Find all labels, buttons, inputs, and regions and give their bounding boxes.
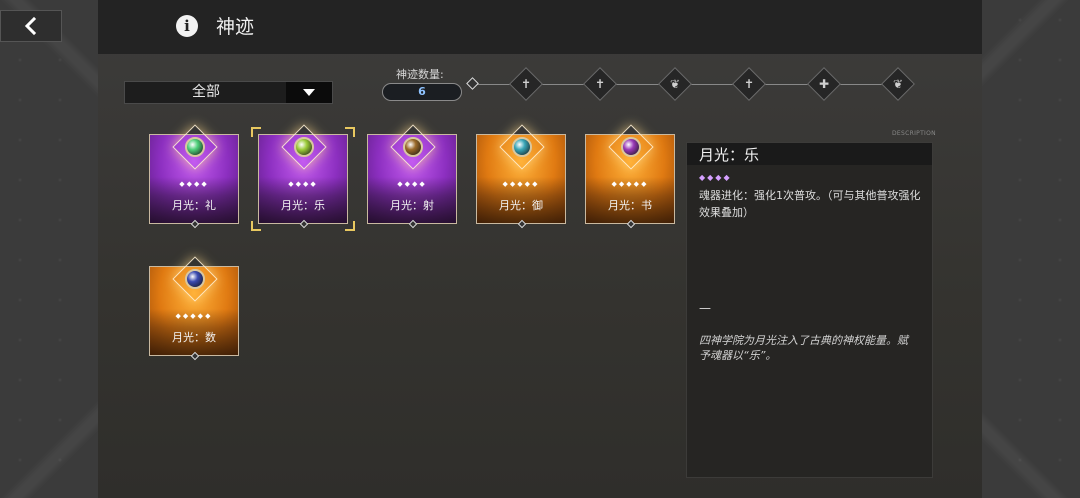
card-name: 月光：乐 — [281, 199, 325, 212]
card-rarity-stars: ◆◆◆◆◆ — [502, 180, 540, 188]
relic-card[interactable]: ◆◆◆◆ 月光：射 — [367, 124, 457, 229]
filter-dropdown[interactable]: 全部 — [124, 81, 333, 104]
milestone-6[interactable]: ❦ — [881, 67, 915, 101]
relic-card[interactable]: ◆◆◆◆◆ 月光：御 — [476, 124, 566, 229]
milestone-5[interactable]: ✚ — [807, 67, 841, 101]
card-rarity-stars: ◆◆◆◆ — [397, 180, 427, 188]
page-title: 神迹 — [216, 16, 255, 38]
header-bar: i 神迹 — [98, 0, 982, 54]
gem-icon — [185, 137, 205, 157]
card-rarity-stars: ◆◆◆◆ — [288, 180, 318, 188]
caret-down-icon — [303, 88, 315, 96]
gem-icon — [512, 137, 532, 157]
milestone-1[interactable]: ✝ — [509, 67, 543, 101]
relic-panel: i 神迹 全部 神迹数量: 6 ✝ ✝ ❦ ✝ ✚ ❦ DESCRIPTION ◆◆◆◆ 月… — [98, 0, 982, 498]
card-rarity-stars: ◆◆◆◆◆ — [611, 180, 649, 188]
relic-card[interactable]: ◆◆◆◆◆ 月光：书 — [585, 124, 675, 229]
card-name: 月光：礼 — [172, 199, 216, 212]
gem-icon — [403, 137, 423, 157]
gem-icon — [294, 137, 314, 157]
milestone-4[interactable]: ✝ — [732, 67, 766, 101]
back-button[interactable] — [0, 10, 62, 42]
detail-panel: 月光：乐 ◆◆◆◆ 魂器进化：强化1次普攻。（可与其他普攻强化效果叠加） — 四… — [686, 142, 933, 478]
detail-title: 月光：乐 — [699, 146, 760, 164]
sword-icon: ✝ — [520, 77, 532, 91]
shield-icon: ✚ — [818, 77, 830, 91]
leaf-icon: ❦ — [669, 77, 681, 91]
filter-toggle-button[interactable] — [286, 82, 332, 103]
description-tag: DESCRIPTION — [892, 130, 936, 137]
milestone-2[interactable]: ✝ — [583, 67, 617, 101]
leaf-icon: ❦ — [892, 77, 904, 91]
relic-count-label: 神迹数量: — [396, 68, 444, 81]
card-name: 月光：数 — [172, 331, 216, 344]
detail-divider: — — [699, 301, 711, 315]
selection-corner-bottom-right — [345, 221, 355, 231]
card-name: 月光：书 — [608, 199, 652, 212]
card-name: 月光：射 — [390, 199, 434, 212]
gem-icon — [621, 137, 641, 157]
selection-corner-bottom-left — [251, 221, 261, 231]
selection-corner-top-left — [251, 127, 261, 137]
relic-card[interactable]: ◆◆◆◆◆ 月光：数 — [149, 256, 239, 361]
filter-selected-value: 全部 — [192, 84, 220, 100]
progress-start-marker — [466, 77, 479, 90]
card-rarity-stars: ◆◆◆◆◆ — [175, 312, 213, 320]
chevron-left-icon — [24, 16, 37, 36]
relic-card[interactable]: ◆◆◆◆ 月光：乐 — [258, 124, 348, 229]
card-name: 月光：御 — [499, 199, 543, 212]
detail-lore-text: 四神学院为月光注入了古典的神权能量。赋予魂器以“乐”。 — [699, 334, 908, 362]
milestone-3[interactable]: ❦ — [658, 67, 692, 101]
detail-rarity-stars: ◆◆◆◆ — [699, 173, 732, 182]
gem-icon — [185, 269, 205, 289]
detail-effect-text: 魂器进化：强化1次普攻。（可与其他普攻强化效果叠加） — [699, 189, 921, 219]
relic-count-value: 6 — [382, 83, 462, 101]
info-icon[interactable]: i — [176, 15, 198, 37]
sword-icon: ✝ — [743, 77, 755, 91]
selection-corner-top-right — [345, 127, 355, 137]
detail-title-bar: 月光：乐 — [687, 143, 932, 165]
card-rarity-stars: ◆◆◆◆ — [179, 180, 209, 188]
relic-card[interactable]: ◆◆◆◆ 月光：礼 — [149, 124, 239, 229]
sword-icon: ✝ — [594, 77, 606, 91]
